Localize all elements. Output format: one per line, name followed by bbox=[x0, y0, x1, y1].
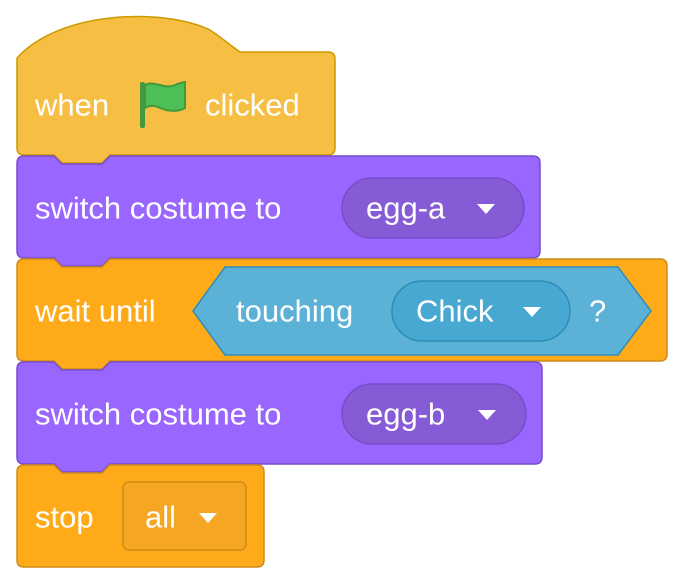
wait-until-block[interactable]: wait until touching Chick ? bbox=[16, 258, 668, 370]
touching-sensing-block[interactable]: touching Chick ? bbox=[192, 266, 652, 356]
hat-label-when: when bbox=[34, 88, 109, 123]
touching-label: touching bbox=[236, 294, 353, 329]
stop-option-value: all bbox=[145, 500, 176, 535]
wait-until-label: wait until bbox=[34, 294, 156, 329]
costume-dropdown-2[interactable]: egg-b bbox=[341, 383, 527, 445]
hat-label-clicked: clicked bbox=[205, 88, 300, 123]
stop-option-dropdown[interactable]: all bbox=[122, 481, 247, 551]
when-flag-clicked-block[interactable]: when clicked bbox=[16, 15, 336, 164]
costume-dropdown-value-1: egg-a bbox=[366, 191, 446, 226]
switch-costume-block-1[interactable]: switch costume to egg-a bbox=[16, 155, 541, 267]
sprite-dropdown[interactable]: Chick bbox=[391, 280, 571, 342]
stop-label: stop bbox=[35, 500, 94, 535]
question-mark-label: ? bbox=[589, 294, 606, 329]
sprite-dropdown-value: Chick bbox=[416, 294, 494, 329]
switch-costume-label-1: switch costume to bbox=[35, 191, 281, 226]
stop-block[interactable]: stop all bbox=[16, 464, 265, 568]
script-canvas: when clicked switch costume to egg-a wai… bbox=[16, 15, 668, 568]
switch-costume-block-2[interactable]: switch costume to egg-b bbox=[16, 361, 543, 473]
switch-costume-label-2: switch costume to bbox=[35, 397, 281, 432]
costume-dropdown-1[interactable]: egg-a bbox=[341, 177, 525, 239]
costume-dropdown-value-2: egg-b bbox=[366, 397, 445, 432]
